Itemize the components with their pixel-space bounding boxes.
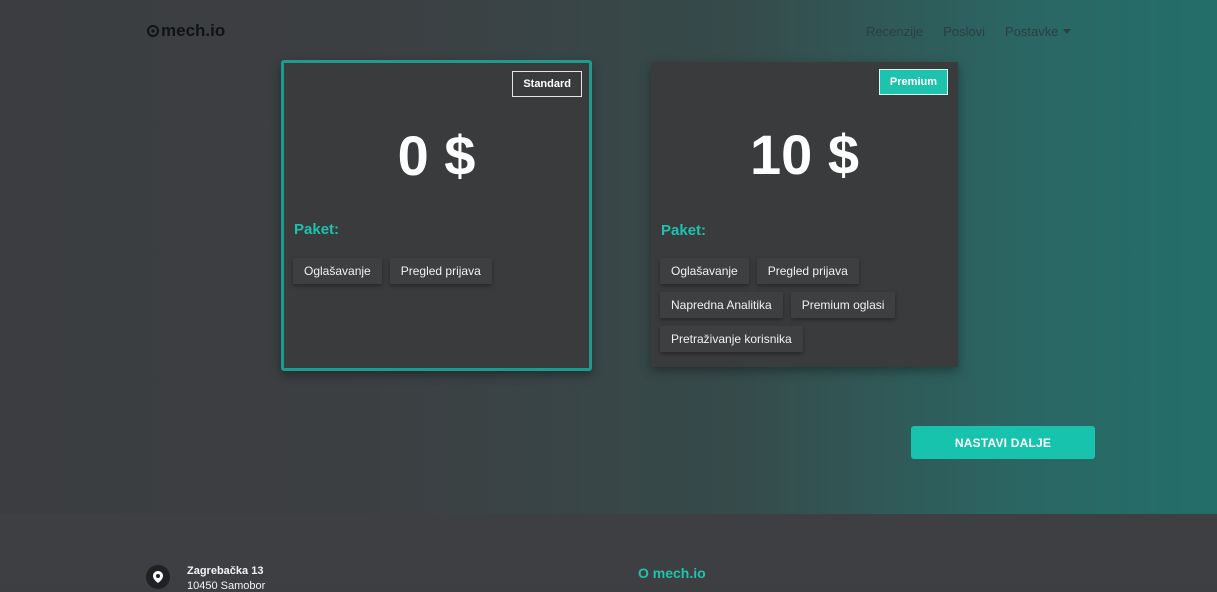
footer-address-street: Zagrebačka 13 [187, 565, 264, 577]
package-label: Paket: [294, 221, 340, 238]
nav-dropdown-postavke[interactable]: Postavke [1005, 24, 1071, 39]
nav-links: Recenzije Poslovi Postavke [866, 24, 1091, 39]
nav-link-recenzije[interactable]: Recenzije [866, 24, 923, 39]
continue-button[interactable]: NASTAVI DALJE [911, 426, 1095, 459]
package-label: Paket: [661, 222, 707, 239]
plan-badge-premium: Premium [878, 69, 948, 95]
footer-about-title: O mech.io [638, 565, 706, 581]
feature-chip: Premium oglasi [790, 292, 896, 318]
footer-address-city: 10450 Samobor [187, 580, 266, 592]
feature-chip: Napredna Analitika [660, 292, 783, 318]
feature-chip: Pregled prijava [756, 258, 859, 284]
logo-text: mech.io [161, 21, 226, 40]
location-pin-icon [146, 565, 170, 589]
feature-list: Oglašavanje Pregled prijava Napredna Ana… [660, 258, 940, 352]
navbar: mech.io Recenzije Poslovi Postavke [0, 0, 1217, 60]
gear-icon [147, 25, 159, 37]
plan-badge-standard: Standard [512, 71, 582, 97]
plan-price-premium: 10 $ [750, 123, 859, 186]
feature-chip: Oglašavanje [293, 258, 382, 284]
plan-card-premium[interactable]: Premium 10 $ Paket: Oglašavanje Pregled … [651, 62, 958, 367]
feature-chip: Oglašavanje [660, 258, 749, 284]
plan-card-standard[interactable]: Standard 0 $ Paket: Oglašavanje Pregled … [281, 60, 592, 371]
caret-down-icon [1062, 29, 1071, 34]
nav-link-poslovi[interactable]: Poslovi [943, 24, 985, 39]
feature-chip: Pregled prijava [389, 258, 492, 284]
logo[interactable]: mech.io [146, 21, 225, 41]
hero-section: mech.io Recenzije Poslovi Postavke Stand… [0, 0, 1217, 514]
footer [0, 514, 1217, 584]
feature-list: Oglašavanje Pregled prijava [293, 258, 573, 284]
plan-price-standard: 0 $ [397, 124, 476, 187]
feature-chip: Pretraživanje korisnika [660, 326, 803, 352]
nav-dropdown-label: Postavke [1005, 24, 1059, 39]
